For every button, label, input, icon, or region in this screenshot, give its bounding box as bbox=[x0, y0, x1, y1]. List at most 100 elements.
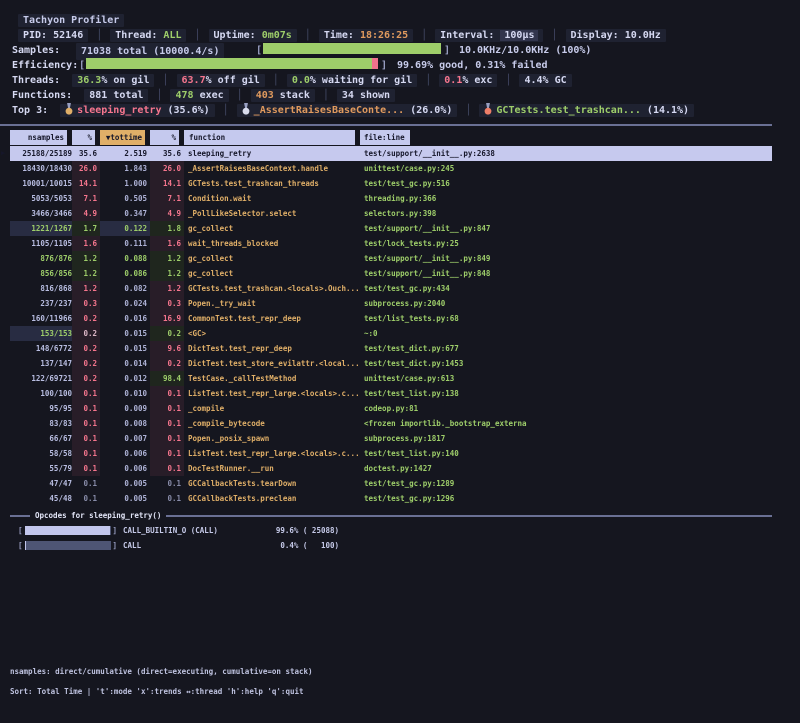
cell-function: GCTests.test_trashcan.<locals>.Ouch... bbox=[184, 281, 360, 296]
top3-line: Top 3: sleeping_retry (35.6%)│_AssertRai… bbox=[0, 103, 800, 118]
table-row[interactable]: 47/470.10.0050.1GCCallbackTests.tearDown… bbox=[10, 476, 772, 491]
top3-function-name: GCTests.test_trashcan... bbox=[496, 105, 647, 116]
cell-pct-cumulative: 1.8 bbox=[150, 221, 184, 236]
cell-nsamples: 122/69721 bbox=[10, 371, 72, 386]
cell-tottime: 0.082 bbox=[100, 281, 150, 296]
table-row[interactable]: 153/1530.20.0150.2<GC>~:0 bbox=[10, 326, 772, 341]
segment-separator: │ bbox=[551, 30, 557, 41]
cell-pct-cumulative: 16.9 bbox=[150, 311, 184, 326]
table-row[interactable]: 5053/50537.10.5057.1Condition.waitthread… bbox=[10, 191, 772, 206]
cell-tottime: 0.014 bbox=[100, 356, 150, 371]
cell-file-line: test/support/__init__.py:848 bbox=[360, 266, 772, 281]
functions-pad bbox=[72, 90, 84, 101]
functions-value: 34 bbox=[342, 90, 354, 101]
cell-function: DictTest.test_repr_deep bbox=[184, 341, 360, 356]
cell-pct-cumulative: 0.2 bbox=[150, 356, 184, 371]
opcode-bar bbox=[25, 526, 111, 535]
table-row[interactable]: 1221/12671.70.1221.8gc_collecttest/suppo… bbox=[10, 221, 772, 236]
opcodes-title: Opcodes for sleeping_retry() bbox=[35, 511, 161, 520]
cell-tottime: 0.010 bbox=[100, 386, 150, 401]
status-segment-uptime: Uptime: 0m07s bbox=[209, 29, 297, 42]
footer-keybindings: Sort: Total Time | 't':mode 'x':trends ↔… bbox=[10, 682, 313, 702]
cell-pct-cumulative: 1.2 bbox=[150, 266, 184, 281]
cell-file-line: subprocess.py:1817 bbox=[360, 431, 772, 446]
status-label: Thread: bbox=[115, 30, 163, 41]
table-row[interactable]: 83/830.10.0080.1_compile_bytecode<frozen… bbox=[10, 416, 772, 431]
cell-function: Popen._posix_spawn bbox=[184, 431, 360, 446]
column-header-nsamples[interactable]: nsamples bbox=[10, 130, 72, 145]
cell-file-line: test/test_list.py:138 bbox=[360, 386, 772, 401]
threads-suffix: % waiting for gil bbox=[310, 75, 412, 86]
functions-segment: 881 total bbox=[84, 89, 148, 102]
table-row[interactable]: 148/67720.20.0159.6DictTest.test_repr_de… bbox=[10, 341, 772, 356]
threads-segment: 0.1% exc bbox=[439, 74, 497, 87]
cell-function: wait_threads_blocked bbox=[184, 236, 360, 251]
cell-pct-cumulative: 0.1 bbox=[150, 431, 184, 446]
cell-pct-cumulative: 26.0 bbox=[150, 161, 184, 176]
cell-nsamples: 83/83 bbox=[10, 416, 72, 431]
cell-file-line: subprocess.py:2040 bbox=[360, 296, 772, 311]
opcode-name: CALL_BUILTIN_O (CALL) bbox=[123, 523, 273, 538]
table-row[interactable]: 95/950.10.0090.1_compilecodeop.py:81 bbox=[10, 401, 772, 416]
column-header-pct-cumulative[interactable]: % bbox=[150, 130, 184, 145]
table-row[interactable]: 856/8561.20.0861.2gc_collecttest/support… bbox=[10, 266, 772, 281]
threads-value: 0.1 bbox=[444, 75, 462, 86]
table-row[interactable]: 122/697210.20.01298.4TestCase._callTestM… bbox=[10, 371, 772, 386]
cell-tottime: 0.505 bbox=[100, 191, 150, 206]
threads-segment: 4.4% GC bbox=[519, 74, 571, 87]
table-row[interactable]: 66/670.10.0070.1Popen._posix_spawnsubpro… bbox=[10, 431, 772, 446]
table-row[interactable]: 1105/11051.60.1111.6wait_threads_blocked… bbox=[10, 236, 772, 251]
samples-bar-close-bracket: ] bbox=[444, 43, 450, 58]
table-row[interactable]: 816/8681.20.0821.2GCTests.test_trashcan.… bbox=[10, 281, 772, 296]
table-row[interactable]: 876/8761.20.0881.2gc_collecttest/support… bbox=[10, 251, 772, 266]
cell-pct-cumulative: 0.1 bbox=[150, 446, 184, 461]
table-row[interactable]: 3466/34664.90.3474.9_PollLikeSelector.se… bbox=[10, 206, 772, 221]
cell-function: Popen._try_wait bbox=[184, 296, 360, 311]
cell-tottime: 0.111 bbox=[100, 236, 150, 251]
table-row[interactable]: ▶25188/2518935.62.51935.6sleeping_retryt… bbox=[10, 146, 772, 161]
footer: nsamples: direct/cumulative (direct=exec… bbox=[10, 662, 313, 702]
opcode-bar-fill bbox=[25, 526, 111, 535]
column-header-function[interactable]: function bbox=[184, 130, 360, 145]
cell-nsamples: 3466/3466 bbox=[10, 206, 72, 221]
table-row[interactable]: 58/580.10.0060.1ListTest.test_repr_large… bbox=[10, 446, 772, 461]
table-row[interactable]: 137/1470.20.0140.2DictTest.test_store_ev… bbox=[10, 356, 772, 371]
column-header-tottime-sorted[interactable]: ▼tottime bbox=[100, 130, 150, 145]
cell-file-line: test/test_gc.py:1289 bbox=[360, 476, 772, 491]
functions-label: Functions: bbox=[12, 90, 72, 101]
profiler-window: Tachyon Profiler PID: 52146│Thread: ALL│… bbox=[0, 0, 800, 723]
selected-row-arrow-icon: ▶ bbox=[1, 146, 5, 161]
cell-function: TestCase._callTestMethod bbox=[184, 371, 360, 386]
table-top-divider bbox=[0, 124, 772, 126]
status-value: 10.0Hz bbox=[625, 30, 661, 41]
cell-file-line: test/test_gc.py:434 bbox=[360, 281, 772, 296]
cell-tottime: 0.006 bbox=[100, 446, 150, 461]
table-row[interactable]: 237/2370.30.0240.3Popen._try_waitsubproc… bbox=[10, 296, 772, 311]
table-row[interactable]: 160/119660.20.01616.9CommonTest.test_rep… bbox=[10, 311, 772, 326]
cell-nsamples: 876/876 bbox=[10, 251, 72, 266]
cell-pct-cumulative: 1.2 bbox=[150, 281, 184, 296]
opcode-row: []CALL_BUILTIN_O (CALL)99.6% ( 25088) bbox=[0, 523, 800, 538]
table-row[interactable]: 45/480.10.0050.1GCCallbackTests.preclean… bbox=[10, 491, 772, 506]
cell-pct-direct: 1.2 bbox=[72, 281, 100, 296]
separator-line-right bbox=[166, 515, 772, 517]
table-row[interactable]: 18430/1843026.01.84326.0_AssertRaisesBas… bbox=[10, 161, 772, 176]
cell-pct-direct: 0.1 bbox=[72, 446, 100, 461]
threads-value: 4.4 bbox=[524, 75, 542, 86]
column-header-file-line[interactable]: file:line bbox=[360, 130, 772, 145]
cell-pct-direct: 0.2 bbox=[72, 311, 100, 326]
cell-nsamples: 45/48 bbox=[10, 491, 72, 506]
table-row[interactable]: 100/1000.10.0100.1ListTest.test_repr_lar… bbox=[10, 386, 772, 401]
cell-file-line: unittest/case.py:613 bbox=[360, 371, 772, 386]
table-row[interactable]: 55/790.10.0060.1DocTestRunner.__rundocte… bbox=[10, 461, 772, 476]
cell-tottime: 1.843 bbox=[100, 161, 150, 176]
cell-function: <GC> bbox=[184, 326, 360, 341]
column-header-pct-direct[interactable]: % bbox=[72, 130, 100, 145]
threads-line: Threads: 36.3% on gil│63.7% off gil│0.0%… bbox=[0, 73, 800, 88]
status-value: 52146 bbox=[53, 30, 83, 41]
footer-legend: nsamples: direct/cumulative (direct=exec… bbox=[10, 662, 313, 682]
opcode-bar-close-bracket: ] bbox=[113, 538, 118, 553]
threads-suffix: % exc bbox=[462, 75, 492, 86]
cell-function: _PollLikeSelector.select bbox=[184, 206, 360, 221]
table-row[interactable]: 10001/1001514.11.00014.1GCTests.test_tra… bbox=[10, 176, 772, 191]
